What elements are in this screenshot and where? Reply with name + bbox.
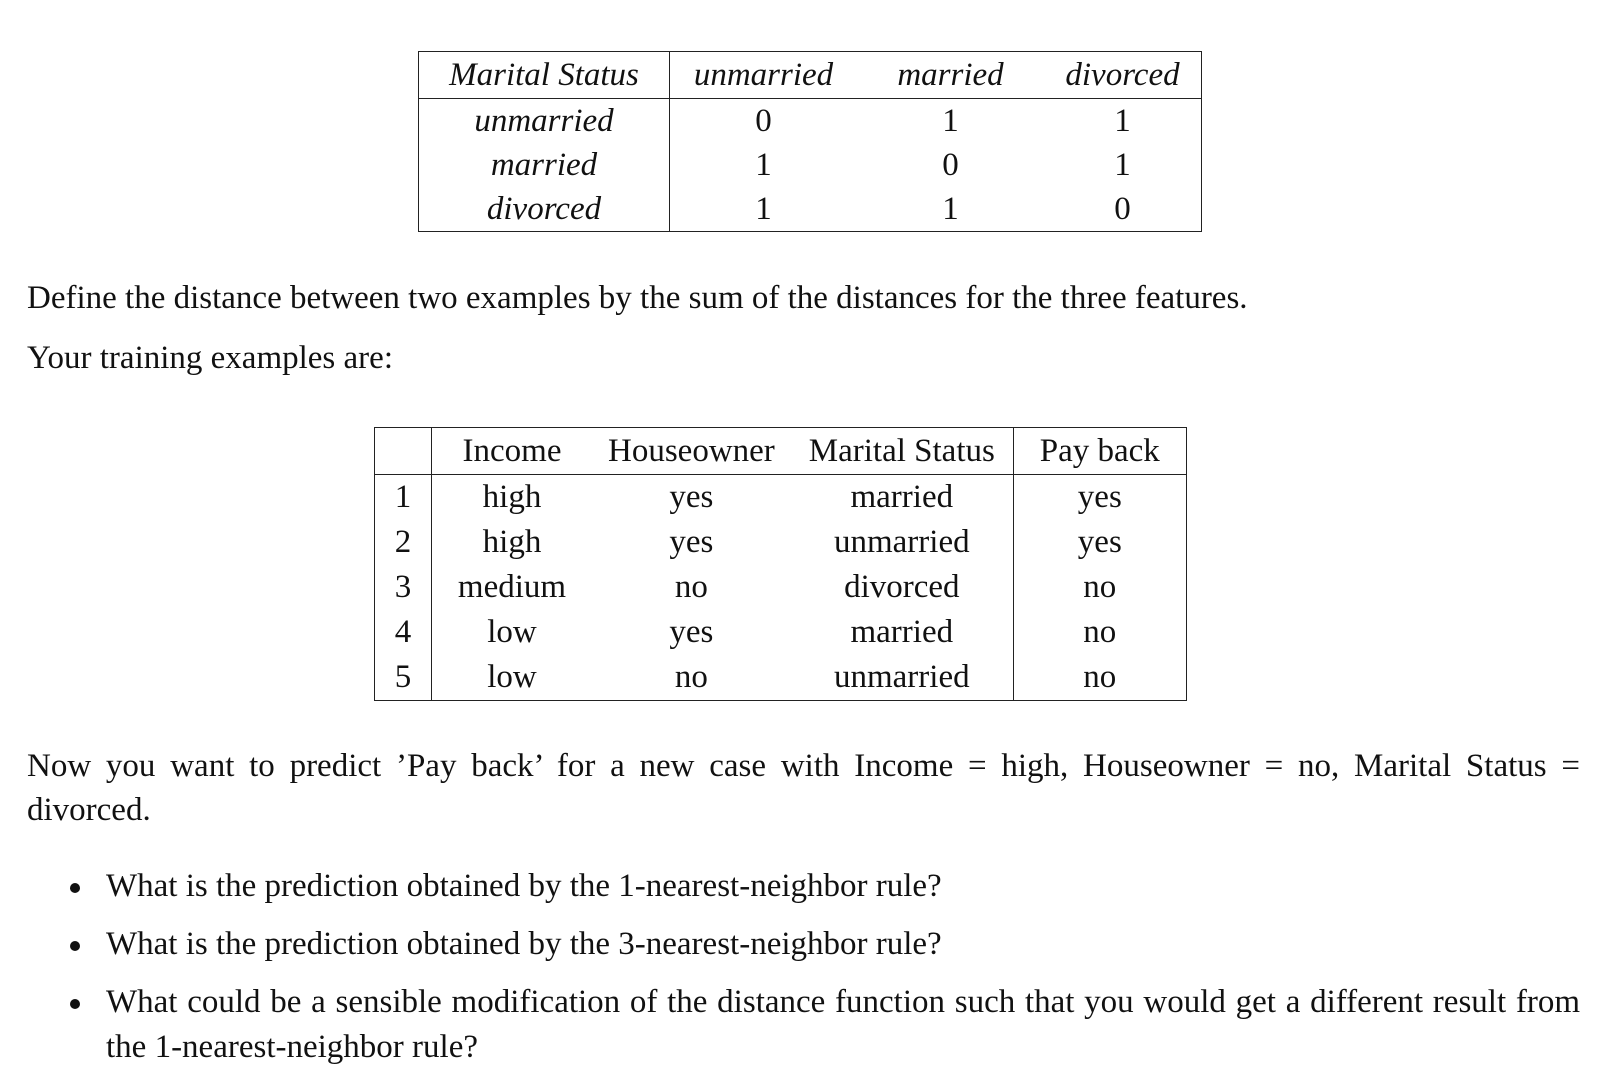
training-header-cell: Pay back [1013, 427, 1187, 475]
training-cell: low [487, 659, 537, 695]
bullet-icon [70, 999, 80, 1009]
training-table-row: 4 low yes married no [374, 610, 1187, 655]
distance-value: 1 [1114, 102, 1131, 139]
distance-value: 0 [1114, 190, 1131, 227]
training-cell: no [1083, 659, 1117, 695]
distance-row-label: divorced [418, 187, 670, 232]
question-item: What is the prediction obtained by the 1… [68, 864, 1580, 909]
distance-row-label: unmarried [418, 98, 670, 143]
bullet-icon [70, 941, 80, 951]
training-cell: no [674, 569, 708, 605]
training-cell: yes [1077, 479, 1122, 515]
training-table-row: 2 high yes unmarried yes [374, 520, 1187, 565]
training-cell: divorced [790, 565, 1014, 610]
training-intro-text: Your training examples are: [27, 340, 393, 376]
training-header-cell: Marital Status [790, 427, 1014, 475]
training-cell: yes [669, 614, 714, 650]
training-cell: yes [669, 479, 714, 515]
training-header-cell: Income [431, 427, 592, 475]
training-cell: married [790, 610, 1014, 655]
question-text: What is the prediction obtained by the 3… [106, 926, 942, 962]
distance-value: 1 [755, 146, 772, 183]
training-table-row: 3 medium no divorced no [374, 565, 1187, 610]
training-cell: unmarried [790, 520, 1014, 565]
training-cell: no [674, 659, 708, 695]
distance-value: 0 [942, 146, 959, 183]
distance-value: 1 [1114, 146, 1131, 183]
distance-definition-text: Define the distance between two examples… [27, 280, 1248, 316]
question-text: What could be a sensible modification of… [106, 984, 1580, 1065]
training-examples-table: Income Houseowner Marital Status Pay bac… [374, 427, 1187, 701]
distance-table: Marital Status unmarried married divorce… [418, 51, 1202, 232]
training-cell: low [487, 614, 537, 650]
training-cell: no [1083, 569, 1117, 605]
distance-table-row: divorced 1 1 0 [418, 187, 1202, 232]
training-cell: no [1083, 614, 1117, 650]
training-cell: yes [669, 524, 714, 560]
training-header-cell [374, 427, 432, 475]
training-table-header-row: Income Houseowner Marital Status Pay bac… [374, 427, 1187, 475]
question-list: What is the prediction obtained by the 1… [68, 864, 1580, 1083]
training-header-cell: Houseowner [592, 427, 791, 475]
distance-table-header-row: Marital Status unmarried married divorce… [418, 51, 1202, 99]
training-cell: 3 [374, 565, 432, 610]
distance-table-header-cell: unmarried [669, 51, 857, 99]
question-text: What is the prediction obtained by the 1… [106, 868, 942, 904]
training-cell: 5 [374, 655, 432, 701]
distance-row-label: married [418, 143, 670, 187]
distance-table-row: married 1 0 1 [418, 143, 1202, 187]
training-cell: 4 [374, 610, 432, 655]
training-cell: yes [1077, 524, 1122, 560]
question-item: What is the prediction obtained by the 3… [68, 922, 1580, 967]
training-table-row: 5 low no unmarried no [374, 655, 1187, 701]
distance-value: 1 [942, 102, 959, 139]
training-cell: unmarried [790, 655, 1014, 701]
training-cell: high [482, 479, 542, 515]
distance-value: 0 [755, 102, 772, 139]
question-item: What could be a sensible modification of… [68, 980, 1580, 1070]
new-case-text: Now you want to predict ’Pay back’ for a… [27, 748, 1580, 828]
distance-table-row: unmarried 0 1 1 [418, 98, 1202, 143]
training-cell: high [482, 524, 542, 560]
training-cell: medium [457, 569, 567, 605]
training-cell: 2 [374, 520, 432, 565]
distance-value: 1 [755, 190, 772, 227]
training-cell: 1 [374, 474, 432, 520]
distance-value: 1 [942, 190, 959, 227]
distance-table-header-cell: divorced [1044, 51, 1202, 99]
distance-table-header-cell: married [857, 51, 1044, 99]
bullet-icon [70, 883, 80, 893]
training-table-row: 1 high yes married yes [374, 474, 1187, 520]
training-cell: married [790, 474, 1014, 520]
distance-table-header-cell: Marital Status [418, 51, 670, 99]
